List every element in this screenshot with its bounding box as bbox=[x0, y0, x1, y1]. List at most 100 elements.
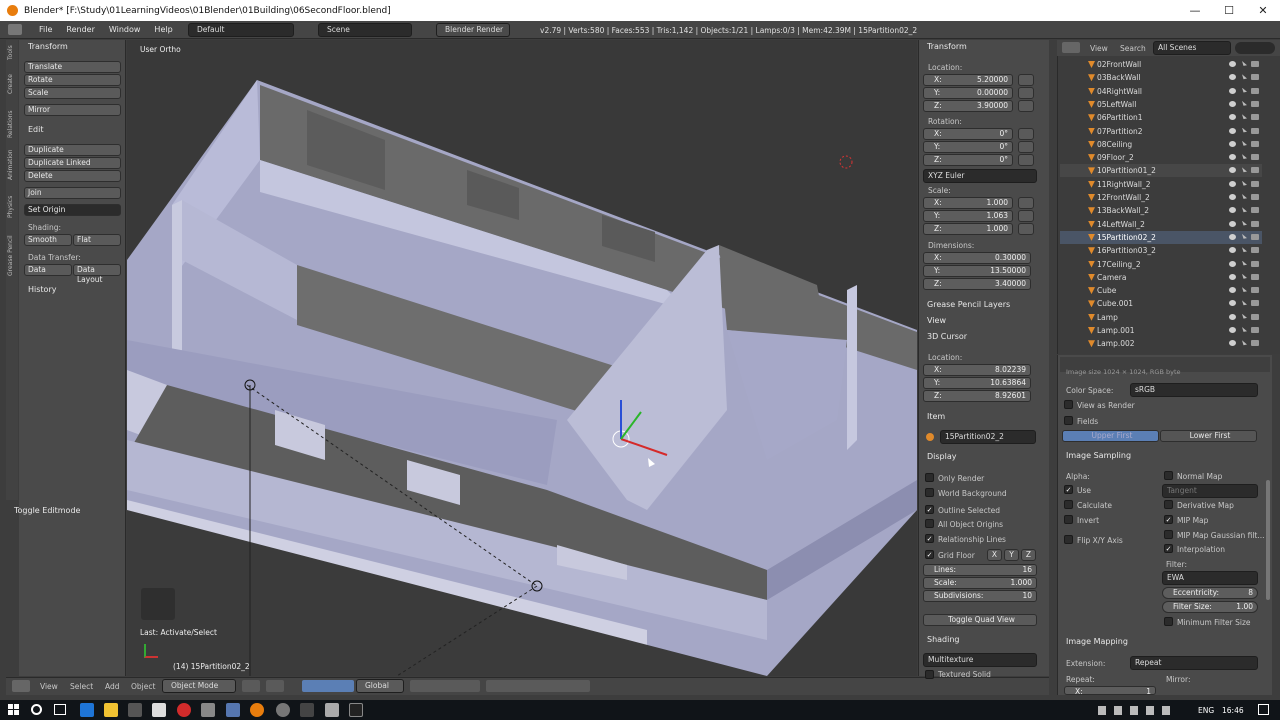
eye-icon[interactable] bbox=[1229, 87, 1236, 94]
camera-icon[interactable] bbox=[1251, 300, 1259, 307]
item-header[interactable]: Item bbox=[927, 412, 945, 421]
calculate-checkbox[interactable] bbox=[1064, 500, 1073, 509]
camera-icon[interactable] bbox=[1251, 207, 1259, 214]
lock-icon[interactable] bbox=[1018, 223, 1034, 235]
outliner-type-icon[interactable] bbox=[1062, 42, 1080, 53]
outliner-search-menu[interactable]: Search bbox=[1120, 44, 1146, 53]
cursor-icon[interactable] bbox=[1242, 340, 1247, 346]
eccentricity-field[interactable]: Eccentricity: 8 bbox=[1162, 587, 1258, 599]
eye-icon[interactable] bbox=[1229, 260, 1236, 267]
eye-icon[interactable] bbox=[1229, 180, 1236, 187]
rotation-y-field[interactable]: Y: 0° bbox=[923, 141, 1013, 153]
cursor-icon[interactable] bbox=[1242, 140, 1247, 146]
menu-render[interactable]: Render bbox=[59, 25, 101, 34]
cursor-icon[interactable] bbox=[1242, 260, 1247, 266]
cursor-y-field[interactable]: Y: 10.63864 bbox=[923, 377, 1031, 389]
camera-icon[interactable] bbox=[1251, 154, 1259, 161]
edit-panel-header[interactable]: Edit bbox=[28, 125, 44, 134]
lock-icon[interactable] bbox=[1018, 197, 1034, 209]
cursor-icon[interactable] bbox=[1242, 180, 1247, 186]
outliner-item[interactable]: 17Ceiling_2 bbox=[1060, 258, 1262, 271]
outliner-item[interactable]: Lamp bbox=[1060, 311, 1262, 324]
camera-icon[interactable] bbox=[1251, 127, 1259, 134]
file-explorer-icon[interactable] bbox=[104, 703, 118, 717]
edge-icon[interactable] bbox=[80, 703, 94, 717]
eye-icon[interactable] bbox=[1229, 167, 1236, 174]
outliner-item[interactable]: 04RightWall bbox=[1060, 85, 1262, 98]
lock-icon[interactable] bbox=[1018, 210, 1034, 222]
camera-icon[interactable] bbox=[1251, 287, 1259, 294]
toggle-editmode-panel-header[interactable]: Toggle Editmode bbox=[14, 506, 80, 515]
outliner-item[interactable]: 13BackWall_2 bbox=[1060, 204, 1262, 217]
mirror-button[interactable]: Mirror bbox=[24, 104, 121, 116]
render-engine-select[interactable]: Blender Render bbox=[436, 23, 510, 37]
display-header[interactable]: Display bbox=[927, 452, 957, 461]
scale-y-field[interactable]: Y: 1.063 bbox=[923, 210, 1013, 222]
world-background-checkbox[interactable] bbox=[925, 488, 934, 497]
outliner-item[interactable]: 11RightWall_2 bbox=[1060, 178, 1262, 191]
outliner-item[interactable]: 10Partition01_2 bbox=[1060, 164, 1262, 178]
layout-selector[interactable]: Default bbox=[188, 23, 294, 37]
grid-subdivisions-field[interactable]: Subdivisions: 10 bbox=[923, 590, 1037, 602]
tab-tools[interactable]: Tools bbox=[7, 44, 17, 60]
blender-task-icon[interactable] bbox=[250, 703, 264, 717]
cursor-icon[interactable] bbox=[1242, 300, 1247, 306]
cursor-icon[interactable] bbox=[1242, 61, 1247, 66]
filter-select[interactable]: EWA bbox=[1162, 571, 1258, 585]
camera-icon[interactable] bbox=[1251, 194, 1259, 200]
outliner-item[interactable]: 05LeftWall bbox=[1060, 98, 1262, 111]
view3d-type-icon[interactable] bbox=[12, 680, 30, 692]
eye-icon[interactable] bbox=[1229, 273, 1236, 280]
cursor-icon[interactable] bbox=[1242, 207, 1247, 213]
lock-icon[interactable] bbox=[1018, 128, 1034, 140]
outliner-item[interactable]: 08Ceiling bbox=[1060, 138, 1262, 151]
outliner-item[interactable]: 16Partition03_2 bbox=[1060, 244, 1262, 257]
camera-icon[interactable] bbox=[1251, 100, 1259, 107]
cursor-icon[interactable] bbox=[1242, 127, 1247, 133]
tab-relations[interactable]: Relations bbox=[7, 104, 17, 138]
mail-icon[interactable] bbox=[152, 703, 166, 717]
minimize-button[interactable]: — bbox=[1178, 0, 1212, 21]
eye-icon[interactable] bbox=[1229, 154, 1236, 161]
outline-selected-checkbox[interactable]: ✓ bbox=[925, 505, 934, 514]
tab-create[interactable]: Create bbox=[7, 72, 17, 94]
camera-icon[interactable] bbox=[1251, 140, 1259, 147]
cursor-z-field[interactable]: Z: 8.92601 bbox=[923, 390, 1031, 402]
app-icon[interactable] bbox=[226, 703, 240, 717]
menu-window[interactable]: Window bbox=[102, 25, 148, 34]
view-menu[interactable]: View bbox=[40, 682, 58, 691]
app-icon[interactable] bbox=[349, 703, 363, 717]
grid-floor-checkbox[interactable]: ✓ bbox=[925, 550, 934, 559]
task-view-icon[interactable] bbox=[54, 704, 66, 715]
dimension-x-field[interactable]: X: 0.30000 bbox=[923, 252, 1031, 264]
3d-cursor-header[interactable]: 3D Cursor bbox=[927, 332, 967, 341]
grid-x-toggle[interactable]: X bbox=[987, 549, 1002, 561]
cursor-icon[interactable] bbox=[1242, 100, 1247, 106]
grid-scale-field[interactable]: Scale: 1.000 bbox=[923, 577, 1037, 589]
eye-icon[interactable] bbox=[1229, 74, 1236, 81]
eye-icon[interactable] bbox=[1229, 194, 1236, 200]
delete-button[interactable]: Delete bbox=[24, 170, 121, 182]
grid-z-toggle[interactable]: Z bbox=[1021, 549, 1036, 561]
relationship-lines-checkbox[interactable]: ✓ bbox=[925, 534, 934, 543]
language-indicator[interactable]: ENG bbox=[1198, 706, 1214, 715]
layers-icon[interactable] bbox=[410, 680, 480, 692]
scale-button[interactable]: Scale bbox=[24, 87, 121, 99]
eye-icon[interactable] bbox=[1229, 287, 1236, 294]
select-menu[interactable]: Select bbox=[70, 682, 93, 691]
tangent-select[interactable]: Tangent bbox=[1162, 484, 1258, 498]
manipulator-icons[interactable] bbox=[302, 680, 354, 692]
opera-icon[interactable] bbox=[177, 703, 191, 717]
image-mapping-header[interactable]: Image Mapping bbox=[1066, 637, 1128, 646]
camera-icon[interactable] bbox=[1251, 61, 1259, 67]
join-button[interactable]: Join bbox=[24, 187, 121, 199]
app-icon[interactable] bbox=[201, 703, 215, 717]
outliner-item[interactable]: Lamp.001 bbox=[1060, 324, 1262, 337]
view-header[interactable]: View bbox=[927, 316, 946, 325]
dimension-y-field[interactable]: Y: 13.50000 bbox=[923, 265, 1031, 277]
outliner-item[interactable]: 02FrontWall bbox=[1060, 58, 1262, 71]
viewport-shading-icon[interactable] bbox=[242, 680, 260, 692]
system-tray-icons[interactable] bbox=[1098, 706, 1188, 715]
orientation-select[interactable]: Global bbox=[356, 679, 404, 693]
tab-grease-pencil[interactable]: Grease Pencil bbox=[7, 226, 17, 276]
